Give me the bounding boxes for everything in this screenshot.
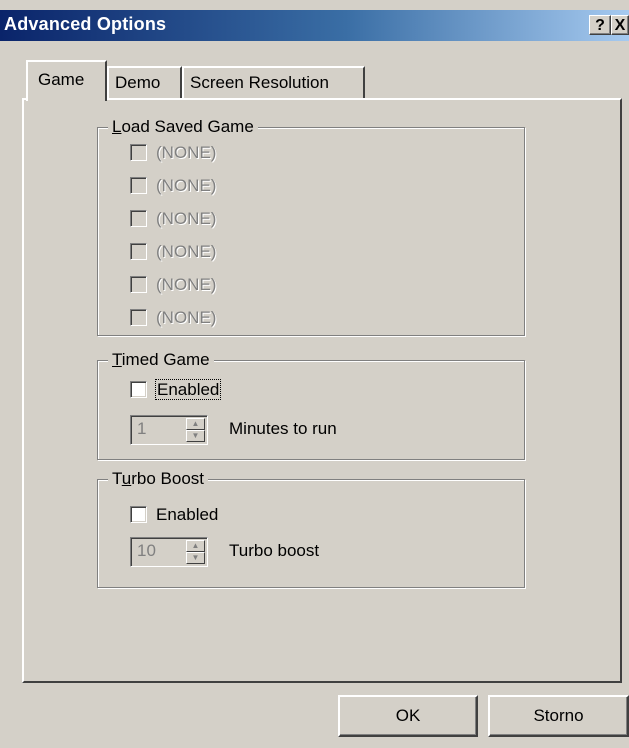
checkbox[interactable] <box>130 177 147 194</box>
help-button[interactable]: ? <box>589 15 611 35</box>
turbo-boost-title: Turbo Boost <box>108 468 208 490</box>
checkbox[interactable] <box>130 144 147 161</box>
checkbox[interactable] <box>130 309 147 326</box>
turbo-boost-group: Turbo Boost Enabled 10 ▲ ▼ Turbo boost <box>97 468 525 588</box>
enabled-label: Enabled <box>154 379 222 400</box>
tab-demo[interactable]: Demo <box>107 66 182 98</box>
window-title: Advanced Options <box>4 14 167 34</box>
load-saved-game-title: Load Saved Game <box>108 116 258 138</box>
checkbox[interactable] <box>130 210 147 227</box>
tab-screen-resolution[interactable]: Screen Resolution <box>182 66 365 98</box>
storno-button[interactable]: Storno <box>488 695 629 737</box>
checkbox[interactable] <box>130 381 147 398</box>
spin-up-icon[interactable]: ▲ <box>186 418 205 430</box>
spin-up-icon[interactable]: ▲ <box>186 540 205 552</box>
turbo-boost-label: Turbo boost <box>229 541 320 560</box>
title-bar: Advanced Options ? X <box>0 10 629 41</box>
turbo-boost-value: 10 <box>137 541 156 560</box>
checkbox[interactable] <box>130 276 147 293</box>
spin-down-icon[interactable]: ▼ <box>186 430 205 442</box>
turbo-boost-spinner[interactable]: 10 ▲ ▼ <box>130 537 208 567</box>
close-button[interactable]: X <box>611 15 629 35</box>
spin-down-icon[interactable]: ▼ <box>186 552 205 564</box>
checkbox[interactable] <box>130 506 147 523</box>
checkbox[interactable] <box>130 243 147 260</box>
timed-game-group: Timed Game Enabled 1 ▲ ▼ Minutes to run <box>97 349 525 460</box>
timed-game-title: Timed Game <box>108 349 214 371</box>
enabled-label: Enabled <box>156 505 219 524</box>
minutes-label: Minutes to run <box>229 419 337 438</box>
load-saved-game-group: Load Saved Game (NONE) (NONE) (NONE) (NO… <box>97 116 525 336</box>
tab-game[interactable]: Game <box>26 60 107 101</box>
minutes-spinner[interactable]: 1 ▲ ▼ <box>130 415 208 445</box>
minutes-value: 1 <box>137 419 147 438</box>
ok-button[interactable]: OK <box>338 695 478 737</box>
